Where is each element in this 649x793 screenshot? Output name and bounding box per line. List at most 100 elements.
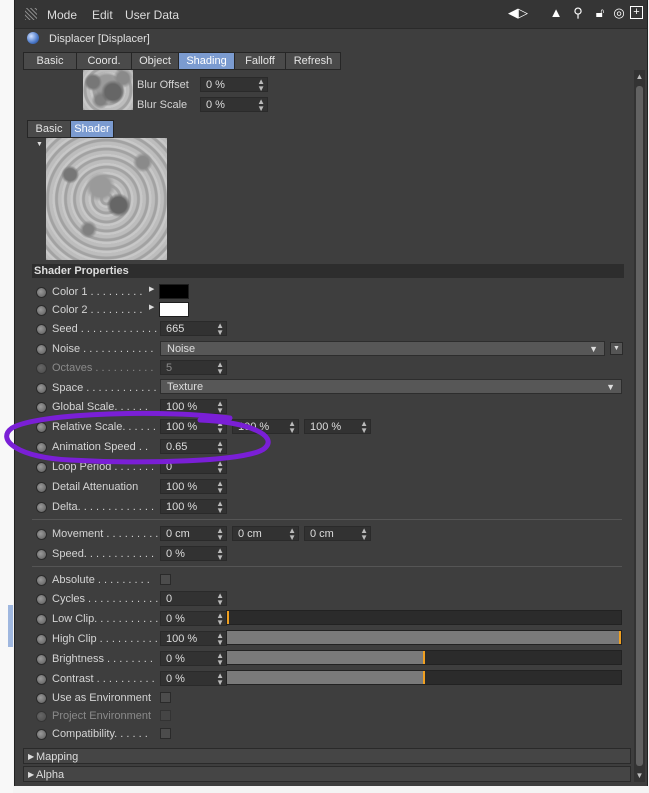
contrast-slider[interactable] <box>226 670 622 685</box>
spin-arrows-icon[interactable]: ▲ ▼ <box>216 612 224 627</box>
noise-dropdown[interactable]: Noise ▼ <box>160 341 605 356</box>
cycles-field[interactable]: 0 ▲ ▼ <box>160 591 227 607</box>
compatibility-checkbox[interactable] <box>160 728 171 739</box>
contrast-slider-knob[interactable] <box>423 671 425 684</box>
tab-shading[interactable]: Shading <box>178 52 235 70</box>
spin-arrows-icon[interactable]: ▲ ▼ <box>216 460 224 475</box>
subtab-shader[interactable]: Shader <box>70 120 114 138</box>
relative-scale-x-field[interactable]: 100 % ▲ ▼ <box>160 419 227 435</box>
spin-arrows-icon[interactable]: ▲ ▼ <box>216 632 224 647</box>
spin-arrows-icon[interactable]: ▲ ▼ <box>216 672 224 687</box>
color1-animate-icon[interactable] <box>36 287 47 298</box>
space-dropdown[interactable]: Texture ▼ <box>160 379 622 394</box>
brightness-slider[interactable] <box>226 650 622 665</box>
spin-arrows-icon[interactable]: ▲ ▼ <box>360 420 368 435</box>
absolute-checkbox[interactable] <box>160 574 171 585</box>
color2-animate-icon[interactable] <box>36 305 47 316</box>
brightness-animate-icon[interactable] <box>36 654 47 665</box>
blur-scale-field[interactable]: 0 % ▲ ▼ <box>200 97 268 113</box>
noise-options-icon[interactable]: ▼ <box>610 342 623 355</box>
space-animate-icon[interactable] <box>36 383 47 394</box>
alpha-section[interactable]: ▶ Alpha <box>23 766 631 782</box>
low-clip-slider-knob[interactable] <box>227 611 229 624</box>
use-as-environment-checkbox[interactable] <box>160 692 171 703</box>
tab-basic[interactable]: Basic <box>23 52 77 70</box>
high-clip-field[interactable]: 100 % ▲ ▼ <box>160 631 227 647</box>
low-clip-animate-icon[interactable] <box>36 614 47 625</box>
spin-arrows-icon[interactable]: ▲ ▼ <box>360 527 368 542</box>
detail-attenuation-animate-icon[interactable] <box>36 482 47 493</box>
delta-field[interactable]: 100 % ▲ ▼ <box>160 499 227 515</box>
spin-arrows-icon[interactable]: ▲ ▼ <box>288 420 296 435</box>
menu-edit[interactable]: Edit <box>92 8 113 22</box>
animation-speed-animate-icon[interactable] <box>36 442 47 453</box>
global-scale-animate-icon[interactable] <box>36 402 47 413</box>
subtab-basic[interactable]: Basic <box>27 120 71 138</box>
seed-animate-icon[interactable] <box>36 324 47 335</box>
menu-user-data[interactable]: User Data <box>125 8 179 22</box>
menu-mode[interactable]: Mode <box>47 8 77 22</box>
relative-scale-z-field[interactable]: 100 % ▲ ▼ <box>304 419 371 435</box>
global-scale-field[interactable]: 100 % ▲ ▼ <box>160 399 227 415</box>
spin-arrows-icon[interactable]: ▲ ▼ <box>288 527 296 542</box>
spin-arrows-icon[interactable]: ▲ ▼ <box>216 500 224 515</box>
speed-field[interactable]: 0 % ▲ ▼ <box>160 546 227 562</box>
spin-arrows-icon[interactable]: ▲ ▼ <box>216 480 224 495</box>
scroll-up-icon[interactable]: ▲ <box>634 72 645 81</box>
target-icon[interactable]: ◎ <box>612 6 626 20</box>
movement-z-field[interactable]: 0 cm ▲ ▼ <box>304 526 371 542</box>
cursor-up-icon[interactable]: ▲ <box>549 6 563 20</box>
absolute-animate-icon[interactable] <box>36 575 47 586</box>
scroll-down-icon[interactable]: ▼ <box>634 771 645 780</box>
brightness-slider-knob[interactable] <box>423 651 425 664</box>
color2-swatch[interactable] <box>159 302 189 317</box>
search-icon[interactable]: ⚲ <box>571 6 585 20</box>
scrollbar-thumb[interactable] <box>636 86 643 766</box>
spin-arrows-icon[interactable]: ▲ ▼ <box>216 322 224 337</box>
tab-coord[interactable]: Coord. <box>76 52 132 70</box>
spin-arrows-icon[interactable]: ▲ ▼ <box>257 78 265 93</box>
new-panel-icon[interactable]: + <box>630 6 643 19</box>
loop-period-animate-icon[interactable] <box>36 462 47 473</box>
blur-offset-field[interactable]: 0 % ▲ ▼ <box>200 77 268 93</box>
spin-arrows-icon[interactable]: ▲ ▼ <box>216 592 224 607</box>
loop-period-field[interactable]: 0 ▲ ▼ <box>160 459 227 475</box>
use-as-environment-animate-icon[interactable] <box>36 693 47 704</box>
texture-thumbnail-small[interactable] <box>83 70 133 110</box>
relative-scale-animate-icon[interactable] <box>36 422 47 433</box>
relative-scale-y-field[interactable]: 100 % ▲ ▼ <box>232 419 299 435</box>
animation-speed-field[interactable]: 0.65 ▲ ▼ <box>160 439 227 455</box>
delta-animate-icon[interactable] <box>36 502 47 513</box>
mapping-section[interactable]: ▶ Mapping <box>23 748 631 764</box>
seed-field[interactable]: 665 ▲ ▼ <box>160 321 227 337</box>
color1-expand-icon[interactable]: ▶ <box>149 285 154 293</box>
tab-falloff[interactable]: Falloff <box>234 52 286 70</box>
compatibility-animate-icon[interactable] <box>36 729 47 740</box>
spin-arrows-icon[interactable]: ▲ ▼ <box>216 420 224 435</box>
tab-refresh[interactable]: Refresh <box>285 52 341 70</box>
cycles-animate-icon[interactable] <box>36 594 47 605</box>
contrast-field[interactable]: 0 % ▲ ▼ <box>160 671 227 687</box>
color2-expand-icon[interactable]: ▶ <box>149 303 154 311</box>
spin-arrows-icon[interactable]: ▲ ▼ <box>257 98 265 113</box>
movement-y-field[interactable]: 0 cm ▲ ▼ <box>232 526 299 542</box>
movement-x-field[interactable]: 0 cm ▲ ▼ <box>160 526 227 542</box>
high-clip-slider-knob[interactable] <box>619 631 621 644</box>
spin-arrows-icon[interactable]: ▲ ▼ <box>216 652 224 667</box>
high-clip-slider[interactable] <box>226 630 622 645</box>
movement-animate-icon[interactable] <box>36 529 47 540</box>
spin-arrows-icon[interactable]: ▲ ▼ <box>216 400 224 415</box>
vertical-scrollbar[interactable]: ▲ ▼ <box>634 70 645 782</box>
low-clip-field[interactable]: 0 % ▲ ▼ <box>160 611 227 627</box>
brightness-field[interactable]: 0 % ▲ ▼ <box>160 651 227 667</box>
lock-icon[interactable]: 🔓︎ <box>593 6 607 20</box>
expand-triangle-icon[interactable]: ▼ <box>36 141 43 148</box>
contrast-animate-icon[interactable] <box>36 674 47 685</box>
color1-swatch[interactable] <box>159 284 189 299</box>
high-clip-animate-icon[interactable] <box>36 634 47 645</box>
spin-arrows-icon[interactable]: ▲ ▼ <box>216 440 224 455</box>
back-arrow-icon[interactable]: ◀▷ <box>503 6 533 20</box>
noise-animate-icon[interactable] <box>36 344 47 355</box>
tab-object[interactable]: Object <box>131 52 179 70</box>
spin-arrows-icon[interactable]: ▲ ▼ <box>216 547 224 562</box>
